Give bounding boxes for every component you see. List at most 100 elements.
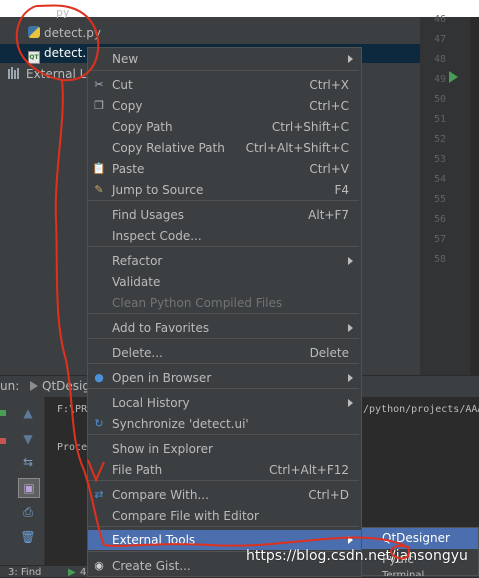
tree-item-detect-py[interactable]: detect.py [28, 24, 101, 42]
menu-item-shortcut: Ctrl+Shift+C [271, 120, 349, 134]
menu-separator [88, 363, 359, 364]
stop-icon[interactable] [0, 438, 6, 444]
run-toolbar-left [0, 397, 14, 565]
tree-item-detect-ui[interactable]: QT detect.u [28, 44, 94, 64]
print-icon[interactable]: ⎙ [18, 503, 38, 521]
menu-item-clean-python-compiled-files[interactable]: Clean Python Compiled Files [88, 293, 361, 313]
menu-item-cut[interactable]: ✂ Cut Ctrl+X [88, 75, 361, 95]
menu-item-label: Validate [112, 275, 161, 289]
console-line: F:\PR [57, 404, 88, 415]
menu-item-shortcut: Ctrl+V [309, 162, 349, 176]
menu-separator [88, 480, 359, 481]
line-number: 46 [433, 14, 446, 25]
menu-item-compare-file-with-editor[interactable]: Compare File with Editor [88, 506, 361, 526]
menu-item-copy-path[interactable]: Copy Path Ctrl+Shift+C [88, 117, 361, 137]
watermark: https://blog.csdn.net/jansongyu [246, 548, 468, 564]
run-tab-icon: ▶ [68, 567, 76, 578]
globe-icon: ● [94, 371, 104, 384]
menu-item-compare-with[interactable]: ⇄ Compare With... Ctrl+D [88, 485, 361, 505]
menu-separator [88, 200, 359, 201]
menu-item-paste[interactable]: 📋 Paste Ctrl+V [88, 159, 361, 179]
menu-item-show-in-explorer[interactable]: Show in Explorer [88, 439, 361, 459]
line-number: 50 [433, 94, 446, 105]
scroll-to-end-icon[interactable]: ▣ [18, 478, 40, 498]
soft-wrap-icon[interactable]: ⇆ [18, 453, 38, 471]
menu-item-label: File Path [112, 463, 163, 477]
tree-item-partial[interactable]: py [56, 4, 70, 22]
tree-item-label: detect.py [44, 26, 101, 40]
window-top-strip [0, 0, 479, 17]
menu-separator [88, 70, 359, 71]
menu-item-label: Delete... [112, 346, 163, 360]
run-tab-label[interactable]: un: [0, 379, 19, 393]
python-file-icon [28, 26, 40, 38]
menu-separator [88, 338, 359, 339]
menu-item-label: Clean Python Compiled Files [112, 296, 283, 310]
submenu-item-qtdesigner[interactable]: QtDesigner [362, 528, 478, 549]
menu-item-inspect-code[interactable]: Inspect Code... [88, 226, 361, 246]
console-line: /python/projects/AAA [363, 404, 479, 415]
menu-item-label: Cut [112, 78, 133, 92]
menu-item-label: Compare With... [112, 488, 209, 502]
line-number: 52 [433, 134, 446, 145]
menu-item-label: External Tools [112, 533, 196, 547]
line-number: 57 [433, 234, 446, 245]
menu-item-shortcut: Delete [309, 346, 349, 360]
line-number: 55 [433, 194, 446, 205]
trash-icon[interactable]: 🗑 [18, 528, 38, 546]
submenu-arrow-icon [348, 399, 353, 407]
scissors-icon: ✂ [94, 78, 104, 91]
menu-item-jump-to-source[interactable]: ✎ Jump to Source F4 [88, 180, 361, 200]
down-arrow-icon[interactable]: ▼ [18, 430, 38, 448]
menu-item-copy-relative-path[interactable]: Copy Relative Path Ctrl+Alt+Shift+C [88, 138, 361, 158]
run-config-name[interactable]: QtDesig [42, 379, 90, 393]
menu-item-label: Local History [112, 396, 190, 410]
menu-item-copy[interactable]: ❐ Copy Ctrl+C [88, 96, 361, 116]
line-number: 49 [433, 74, 446, 85]
menu-item-label: New [112, 52, 139, 66]
menu-separator [88, 313, 359, 314]
line-number: 58 [433, 254, 446, 265]
submenu-item-terminal[interactable]: Terminal [362, 567, 478, 576]
menu-item-validate[interactable]: Validate [88, 272, 361, 292]
menu-item-external-tools[interactable]: External Tools [88, 530, 361, 550]
line-number: 47 [433, 34, 446, 45]
find-tab[interactable]: 3: Find [8, 567, 41, 578]
line-number: 56 [433, 214, 446, 225]
menu-item-label: Copy [112, 99, 143, 113]
menu-item-label: Inspect Code... [112, 229, 202, 243]
jump-icon: ✎ [94, 183, 104, 196]
up-arrow-icon[interactable]: ▲ [18, 404, 38, 422]
submenu-arrow-icon [348, 257, 353, 265]
submenu-arrow-icon [348, 536, 353, 544]
menu-separator [88, 388, 359, 389]
submenu-arrow-icon [348, 55, 353, 63]
menu-item-label: Synchronize 'detect.ui' [112, 417, 249, 431]
menu-item-synchronize-detect-ui[interactable]: ↻ Synchronize 'detect.ui' [88, 414, 361, 434]
menu-item-refactor[interactable]: Refactor [88, 251, 361, 271]
menu-separator [88, 246, 359, 247]
menu-item-find-usages[interactable]: Find Usages Alt+F7 [88, 205, 361, 225]
copy-icon: ❐ [94, 99, 104, 112]
menu-item-shortcut: Alt+F7 [308, 208, 349, 222]
submenu-arrow-icon [348, 324, 353, 332]
menu-item-file-path[interactable]: File Path Ctrl+Alt+F12 [88, 460, 361, 480]
menu-item-delete[interactable]: Delete... Delete [88, 343, 361, 363]
submenu-arrow-icon [348, 374, 353, 382]
line-number: 54 [433, 174, 446, 185]
rerun-icon[interactable] [0, 410, 6, 416]
menu-item-add-to-favorites[interactable]: Add to Favorites [88, 318, 361, 338]
menu-item-label: Copy Path [112, 120, 173, 134]
menu-item-shortcut: Ctrl+D [308, 488, 349, 502]
menu-item-local-history[interactable]: Local History [88, 393, 361, 413]
tree-item-external-libraries[interactable]: External Li [8, 65, 90, 83]
run-gutter-icon[interactable] [449, 71, 458, 83]
menu-item-shortcut: Ctrl+Alt+Shift+C [245, 141, 349, 155]
menu-item-new[interactable]: New [88, 49, 361, 69]
line-number: 51 [433, 114, 446, 125]
editor-area[interactable] [470, 17, 479, 375]
menu-item-open-in-browser[interactable]: ● Open in Browser [88, 368, 361, 388]
run-tab-number[interactable]: 4 [80, 567, 86, 578]
line-number: 48 [433, 54, 446, 65]
menu-item-label: Compare File with Editor [112, 509, 259, 523]
